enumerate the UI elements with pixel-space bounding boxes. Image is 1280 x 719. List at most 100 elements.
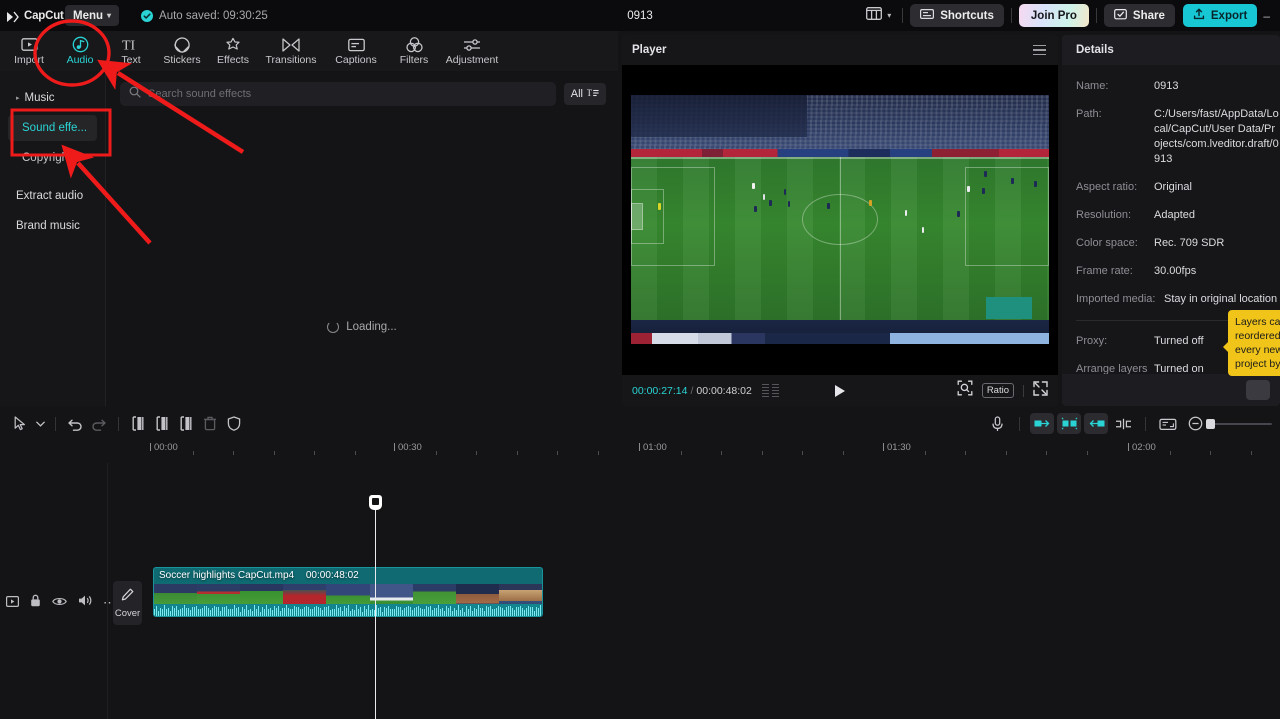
sidebar-item-music-label: Music (24, 92, 55, 104)
select-arrow-icon[interactable] (8, 413, 32, 435)
fullscreen-icon[interactable] (1033, 380, 1048, 401)
sidebar-item-sound-effects[interactable]: Sound effe... (8, 115, 97, 141)
effects-star-icon (225, 36, 241, 53)
hamburger-icon[interactable] (1033, 44, 1046, 56)
waveform-bar (524, 609, 525, 616)
search-box[interactable] (120, 82, 556, 106)
waveform-bar (208, 608, 209, 616)
delete-icon[interactable] (198, 413, 222, 435)
waveform-bar (316, 605, 317, 616)
waveform-bar (274, 605, 275, 616)
redo-icon[interactable] (87, 413, 111, 435)
sidebar-item-copyright[interactable]: Copyright (8, 145, 97, 171)
waveform-bar (312, 608, 313, 616)
tab-adjustment[interactable]: Adjustment (440, 31, 504, 71)
search-input[interactable] (148, 88, 547, 100)
waveform-bar (532, 607, 533, 616)
keyframe-center-icon[interactable] (1057, 413, 1081, 434)
trim-left-icon[interactable] (150, 413, 174, 435)
sidebar-item-extract-audio[interactable]: Extract audio (8, 183, 97, 209)
tab-audio[interactable]: Audio (55, 31, 105, 71)
keyframe-right-icon[interactable] (1084, 413, 1108, 434)
tab-effects[interactable]: Effects (208, 31, 258, 71)
split-icon[interactable] (126, 413, 150, 435)
filter-sort-icon: T (587, 88, 599, 101)
frame-list-icon[interactable] (761, 383, 779, 398)
ruler-tick (1086, 451, 1088, 455)
mirror-split-icon[interactable] (1111, 413, 1135, 434)
details-action-button[interactable] (1246, 380, 1270, 400)
join-pro-button[interactable]: Join Pro (1018, 4, 1089, 27)
minimize-button[interactable]: – (1257, 9, 1276, 23)
timeline-zoom-slider[interactable] (1206, 418, 1272, 429)
chevron-down-icon[interactable] (32, 413, 48, 435)
sidebar-item-music[interactable]: ▸ Music (8, 85, 97, 111)
shield-icon[interactable] (222, 413, 246, 435)
waveform-bar (398, 606, 399, 616)
waveform-bar (162, 609, 163, 616)
details-label: Color space: (1076, 237, 1138, 249)
playhead-handle[interactable] (369, 495, 382, 510)
waveform-bar (230, 609, 231, 616)
track-thumbnail-icon[interactable] (6, 594, 20, 612)
waveform-bar (428, 607, 429, 616)
app-brand-name: CapCut (24, 9, 64, 22)
waveform-bar (446, 605, 447, 616)
zoom-out-icon[interactable] (1183, 413, 1207, 434)
tab-transitions[interactable]: Transitions (259, 31, 323, 71)
details-value[interactable]: Turned off (1154, 334, 1204, 349)
waveform-bar (452, 611, 453, 616)
timeline-ruler[interactable]: 00:00 00:30 01:00 01:30 02:00 (0, 439, 1280, 463)
stadium-crowd-shadow (631, 95, 807, 138)
share-label: Share (1132, 9, 1165, 22)
waveform-bar (234, 605, 235, 616)
playhead[interactable] (369, 495, 382, 719)
menu-button[interactable]: Menu ▾ (65, 5, 120, 26)
magnifier-fit-icon[interactable] (957, 380, 973, 401)
tab-filters[interactable]: Filters (389, 31, 439, 71)
sidebar-item-brand-music[interactable]: Brand music (8, 213, 97, 239)
layout-switch-button[interactable]: ▾ (862, 6, 895, 25)
waveform-bar (156, 605, 157, 616)
waveform-bar (384, 607, 385, 616)
keyframe-left-icon[interactable] (1030, 413, 1054, 434)
shortcuts-button[interactable]: Shortcuts (910, 4, 1004, 27)
play-button[interactable] (829, 380, 851, 402)
lock-icon[interactable] (30, 594, 41, 612)
waveform-bar (180, 608, 181, 616)
waveform-bar (322, 609, 323, 616)
ruler-tick (965, 451, 966, 455)
waveform-bar (518, 606, 519, 616)
eye-icon[interactable] (52, 594, 67, 612)
tab-import[interactable]: Import (4, 31, 54, 71)
ruler-tick (476, 451, 477, 455)
player-stage (622, 65, 1058, 375)
waveform-bar (478, 605, 479, 616)
waveform-bar (176, 605, 177, 616)
cover-button[interactable]: Cover (113, 581, 142, 625)
microphone-icon[interactable] (985, 413, 1009, 434)
filter-all-button[interactable]: All T (563, 83, 606, 105)
timeline-clip[interactable]: Soccer highlights CapCut.mp4 00:00:48:02 (153, 567, 543, 617)
trim-right-icon[interactable] (174, 413, 198, 435)
waveform-bar (304, 607, 305, 616)
waveform-bar (288, 608, 289, 616)
waveform-bar (252, 610, 253, 616)
tab-text[interactable]: TI Text (106, 31, 156, 71)
waveform-bar (448, 608, 449, 616)
divider (1023, 384, 1024, 397)
export-button[interactable]: Export (1182, 4, 1258, 27)
zoom-slider-handle[interactable] (1206, 418, 1215, 429)
mute-icon[interactable] (78, 594, 92, 612)
waveform-bar (506, 607, 507, 616)
undo-icon[interactable] (63, 413, 87, 435)
share-button[interactable]: Share (1103, 4, 1175, 27)
player-current-time[interactable]: 00:00:27:14 (632, 385, 687, 397)
waveform-bar (400, 607, 401, 616)
ratio-button[interactable]: Ratio (981, 383, 1014, 398)
tab-captions[interactable]: Captions (324, 31, 388, 71)
waveform-bar (406, 606, 407, 616)
tab-stickers[interactable]: Stickers (157, 31, 207, 71)
waveform-bar (462, 607, 463, 616)
snapshot-icon[interactable] (1156, 413, 1180, 434)
